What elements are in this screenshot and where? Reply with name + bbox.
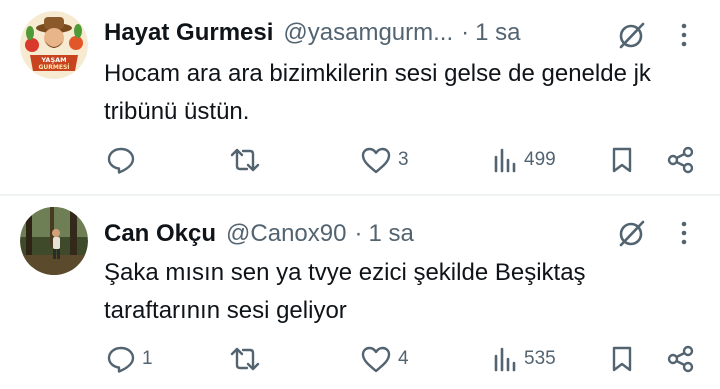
views-icon: [494, 347, 516, 372]
like-button[interactable]: 3: [360, 140, 409, 180]
like-count: 3: [398, 149, 409, 170]
separator-dot: ·: [354, 220, 363, 247]
bookmark-button[interactable]: [610, 140, 634, 180]
action-bar: 1 4 535: [0, 339, 720, 379]
author-handle[interactable]: @Canox90: [226, 220, 346, 248]
repost-button[interactable]: [228, 140, 268, 180]
share-icon: [667, 146, 694, 174]
author-name[interactable]: Hayat Gurmesi: [104, 19, 273, 47]
repost-icon: [230, 347, 260, 371]
views-button[interactable]: 499: [492, 140, 556, 180]
tweet[interactable]: Can Okçu @Canox90 · 1 sa Şaka mısın sen …: [0, 196, 720, 389]
grok-icon[interactable]: [617, 218, 647, 248]
reply-feed: YAŞAM GURMESİ Hayat Gurmesi @yasamgurm..…: [0, 0, 720, 389]
svg-text:GURMESİ: GURMESİ: [38, 64, 69, 71]
views-count: 535: [524, 348, 556, 369]
action-bar: 3 499: [0, 140, 720, 180]
share-icon: [667, 345, 694, 373]
tweet-header: Hayat Gurmesi @yasamgurm... · 1 sa: [104, 16, 521, 50]
like-count: 4: [398, 348, 409, 369]
avatar-image: YAŞAM GURMESİ: [20, 11, 88, 79]
repost-icon: [230, 148, 260, 172]
reply-count: 1: [142, 348, 153, 369]
avatar-image: [20, 207, 88, 275]
share-button[interactable]: [666, 339, 696, 379]
grok-icon[interactable]: [617, 20, 647, 50]
share-button[interactable]: [666, 140, 696, 180]
tweet[interactable]: YAŞAM GURMESİ Hayat Gurmesi @yasamgurm..…: [0, 0, 720, 195]
bookmark-icon: [612, 346, 632, 372]
avatar[interactable]: [20, 207, 88, 275]
avatar[interactable]: YAŞAM GURMESİ: [20, 11, 88, 79]
like-icon: [361, 147, 391, 174]
tweet-text: Şaka mısın sen ya tvye ezici şekilde Beş…: [104, 259, 586, 324]
tweet-header: Can Okçu @Canox90 · 1 sa: [104, 217, 414, 251]
svg-text:YAŞAM: YAŞAM: [40, 56, 66, 64]
author-name[interactable]: Can Okçu: [104, 220, 216, 248]
more-icon[interactable]: [678, 22, 690, 48]
author-handle[interactable]: @yasamgurm...: [283, 19, 453, 47]
like-button[interactable]: 4: [360, 339, 409, 379]
more-icon[interactable]: [678, 220, 690, 246]
reply-button[interactable]: 1: [106, 339, 153, 379]
timestamp[interactable]: 1 sa: [475, 19, 520, 47]
reply-button[interactable]: [106, 140, 142, 180]
like-icon: [361, 346, 391, 373]
bookmark-button[interactable]: [610, 339, 634, 379]
bookmark-icon: [612, 147, 632, 173]
reply-icon: [107, 147, 135, 174]
views-count: 499: [524, 149, 556, 170]
timestamp[interactable]: 1 sa: [368, 220, 413, 248]
repost-button[interactable]: [228, 339, 268, 379]
reply-icon: [107, 346, 135, 373]
tweet-text: Hocam ara ara bizimkilerin sesi gelse de…: [104, 60, 651, 125]
views-icon: [494, 148, 516, 173]
views-button[interactable]: 535: [492, 339, 556, 379]
separator-dot: ·: [461, 19, 470, 46]
